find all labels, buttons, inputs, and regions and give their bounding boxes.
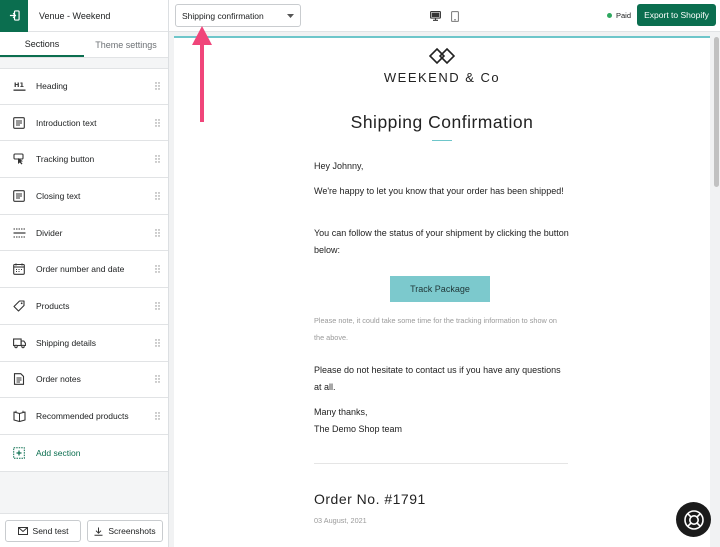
sidebar-tabs: Sections Theme settings — [0, 32, 168, 58]
section-label: Heading — [36, 81, 68, 92]
section-label: Introduction text — [36, 117, 97, 128]
drag-handle-icon[interactable] — [155, 228, 160, 237]
email-canvas: WEEKEND & Co Shipping Confirmation Hey J… — [174, 36, 710, 547]
export-to-shopify-button[interactable]: Export to Shopify — [637, 4, 716, 26]
mail-icon — [17, 527, 28, 535]
drag-handle-icon[interactable] — [155, 118, 160, 127]
section-label: Tracking button — [36, 154, 95, 165]
help-button[interactable] — [676, 502, 711, 537]
exit-button[interactable] — [0, 0, 28, 32]
desktop-view-button[interactable] — [428, 9, 442, 23]
calendar-icon — [12, 262, 26, 276]
add-section-button[interactable]: Add section — [0, 434, 168, 472]
sidebar-footer: Send test Screenshots — [0, 513, 168, 547]
tab-theme-settings[interactable]: Theme settings — [84, 32, 168, 57]
track-package-button[interactable]: Track Package — [390, 276, 490, 302]
exit-icon — [9, 10, 20, 21]
signature-text: The Demo Shop team — [314, 424, 403, 434]
section-item-tracking-button[interactable]: Tracking button — [0, 141, 168, 179]
truck-icon — [12, 336, 26, 350]
section-item-closing-text[interactable]: Closing text — [0, 178, 168, 215]
drag-handle-icon[interactable] — [155, 412, 160, 420]
tracking-note-text: Please note, it could take some time for… — [314, 316, 557, 342]
heading-icon: H1 — [12, 79, 26, 93]
preview-scrollbar[interactable] — [714, 37, 719, 187]
status-badge: Paid — [607, 11, 631, 20]
email-heading: Shipping Confirmation — [350, 112, 534, 132]
drag-handle-icon[interactable] — [155, 265, 160, 273]
section-item-recommended-products[interactable]: Recommended products — [0, 398, 168, 435]
send-test-label: Send test — [32, 526, 69, 536]
follow-text: You can follow the status of your shipme… — [314, 228, 569, 255]
greeting-text: Hey Johnny, — [314, 161, 364, 171]
text-block-icon — [12, 116, 26, 130]
section-label: Closing text — [36, 190, 81, 201]
lifebuoy-icon — [683, 509, 704, 530]
book-icon — [12, 409, 26, 423]
screenshots-label: Screenshots — [108, 526, 156, 536]
section-label: Divider — [36, 227, 63, 238]
download-icon — [94, 527, 103, 536]
add-section-icon — [12, 446, 26, 460]
sidebar-header: Venue - Weekend — [0, 0, 168, 32]
section-item-order-number-and-date[interactable]: Order number and date — [0, 251, 168, 289]
drag-handle-icon[interactable] — [155, 82, 160, 91]
svg-text:H1: H1 — [14, 81, 24, 89]
drag-handle-icon[interactable] — [155, 375, 160, 384]
section-item-order-notes[interactable]: Order notes — [0, 361, 168, 399]
send-test-button[interactable]: Send test — [5, 520, 81, 542]
button-icon — [12, 152, 26, 166]
annotation-arrow-icon — [192, 26, 212, 122]
tab-sections[interactable]: Sections — [0, 32, 84, 57]
mobile-view-button[interactable] — [448, 9, 462, 23]
chevron-down-icon — [287, 14, 294, 18]
drag-handle-icon[interactable] — [155, 192, 160, 200]
section-label: Recommended products — [36, 411, 129, 422]
section-item-shipping-details[interactable]: Shipping details — [0, 324, 168, 362]
order-date: 03 August, 2021 — [314, 516, 367, 525]
brand-name: WEEKEND & Co — [383, 70, 501, 85]
section-label: Shipping details — [36, 337, 97, 348]
top-bar: Shipping confirmation Paid Export to Sho… — [169, 0, 720, 32]
divider-icon — [12, 226, 26, 240]
drag-handle-icon[interactable] — [155, 155, 160, 163]
closing-text: Please do not hesitate to contact us if … — [314, 365, 561, 392]
add-section-label: Add section — [36, 447, 81, 458]
section-item-heading[interactable]: H1 Heading — [0, 68, 168, 105]
section-label: Order notes — [36, 374, 81, 385]
sidebar: Venue - Weekend Sections Theme settings … — [0, 0, 169, 547]
signoff-text: Many thanks, — [314, 407, 368, 417]
status-label: Paid — [616, 11, 632, 20]
section-item-products[interactable]: Products — [0, 288, 168, 325]
theme-name: Venue - Weekend — [39, 10, 111, 21]
heading-underline — [432, 140, 452, 141]
screenshots-button[interactable]: Screenshots — [87, 520, 163, 542]
email-divider — [314, 463, 568, 464]
brand-logo-icon — [429, 47, 455, 65]
intro-text: We're happy to let you know that your or… — [314, 186, 564, 196]
template-select-value: Shipping confirmation — [182, 10, 264, 21]
drag-handle-icon[interactable] — [155, 302, 160, 310]
section-label: Order number and date — [36, 264, 125, 275]
order-number: Order No. #1791 — [314, 491, 426, 507]
tag-icon — [12, 299, 26, 313]
note-icon — [12, 372, 26, 386]
section-item-introduction-text[interactable]: Introduction text — [0, 104, 168, 142]
section-item-divider[interactable]: Divider — [0, 214, 168, 252]
text-block-icon — [12, 189, 26, 203]
drag-handle-icon[interactable] — [155, 338, 160, 347]
email-preview: WEEKEND & Co Shipping Confirmation Hey J… — [169, 32, 720, 547]
desktop-icon — [429, 11, 441, 21]
status-dot — [607, 13, 612, 18]
section-label: Products — [36, 300, 70, 311]
section-list: H1 Heading Introduction text Tracking bu… — [0, 68, 168, 472]
mobile-icon — [451, 10, 459, 22]
